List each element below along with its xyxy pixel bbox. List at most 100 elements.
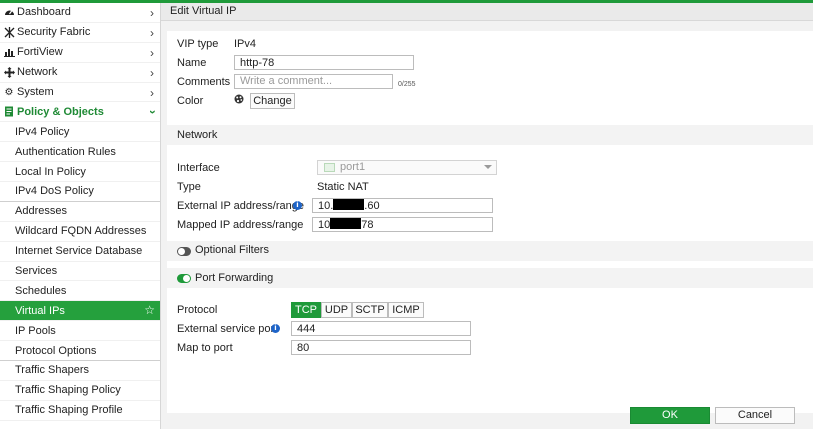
mapped-ip-label: Mapped IP address/range <box>177 219 304 231</box>
star-icon[interactable]: ☆ <box>144 303 155 317</box>
sidebar-item-wildcard-fqdn[interactable]: Wildcard FQDN Addresses <box>0 222 160 242</box>
sidebar-item-label: Traffic Shapers <box>15 364 89 377</box>
sidebar: Dashboard › Security Fabric › FortiView … <box>0 3 161 429</box>
sidebar-item-label: Dashboard <box>17 6 71 19</box>
interface-value: port1 <box>340 161 366 173</box>
sidebar-item-label: Authentication Rules <box>15 145 116 158</box>
mapped-ip-suffix: 78 <box>361 219 374 231</box>
info-icon[interactable]: i <box>271 324 280 333</box>
sidebar-item-system[interactable]: ⚙ System › <box>0 83 160 103</box>
sidebar-item-label: Wildcard FQDN Addresses <box>15 225 147 238</box>
external-port-input[interactable] <box>291 321 471 336</box>
comments-textarea[interactable]: Write a comment... <box>234 74 393 89</box>
sidebar-item-ipv4-dos-policy[interactable]: IPv4 DoS Policy <box>0 182 160 202</box>
sidebar-item-ip-pools[interactable]: IP Pools <box>0 321 160 342</box>
network-icon <box>3 66 15 78</box>
optional-filters-label: Optional Filters <box>195 244 269 256</box>
sidebar-item-label: Local In Policy <box>15 165 86 178</box>
sidebar-item-label: Virtual IPs <box>15 304 65 317</box>
sidebar-item-addresses[interactable]: Addresses <box>0 202 160 222</box>
vip-type-value: IPv4 <box>234 38 257 50</box>
policy-objects-icon <box>3 106 15 118</box>
fortiview-icon <box>3 46 15 58</box>
main-content: VIP type IPv4 Name Comments Write a comm… <box>161 21 813 429</box>
protocol-icmp-button[interactable]: ICMP <box>388 302 424 318</box>
change-color-button[interactable]: Change <box>250 93 295 109</box>
comments-label: Comments <box>177 76 231 88</box>
ok-button[interactable]: OK <box>630 407 710 424</box>
cancel-button[interactable]: Cancel <box>715 407 795 424</box>
sidebar-item-label: Internet Service Database <box>15 245 143 258</box>
interface-label: Interface <box>177 162 220 174</box>
external-port-label: External service port <box>177 323 278 335</box>
sidebar-item-traffic-shapers[interactable]: Traffic Shapers <box>0 361 160 381</box>
security-fabric-icon <box>3 26 15 38</box>
chevron-right-icon: › <box>150 45 154 60</box>
sidebar-item-label: Schedules <box>15 284 67 297</box>
page-title: Edit Virtual IP <box>161 3 813 21</box>
name-label: Name <box>177 57 207 69</box>
map-to-port-label: Map to port <box>177 342 233 354</box>
optional-filters-toggle[interactable] <box>177 247 191 256</box>
mapped-ip-input[interactable]: 10 78 <box>312 217 493 232</box>
sidebar-item-ipv4-policy[interactable]: IPv4 Policy <box>0 122 160 143</box>
info-icon[interactable]: i <box>293 201 302 210</box>
sidebar-item-network[interactable]: Network › <box>0 63 160 83</box>
redaction-box <box>333 199 365 210</box>
port-icon <box>324 163 335 172</box>
chevron-down-icon <box>484 165 492 169</box>
vip-type-label: VIP type <box>177 38 219 50</box>
chevron-down-icon: › <box>146 110 160 115</box>
sidebar-item-protocol-options[interactable]: Protocol Options <box>0 341 160 362</box>
protocol-tcp-button[interactable]: TCP <box>291 302 321 318</box>
external-ip-prefix: 10. <box>318 200 334 212</box>
sidebar-item-internet-service-db[interactable]: Internet Service Database <box>0 242 160 262</box>
sidebar-item-label: IP Pools <box>15 324 56 337</box>
type-value: Static NAT <box>317 181 369 193</box>
protocol-udp-button[interactable]: UDP <box>321 302 352 318</box>
mapped-ip-prefix: 10 <box>318 219 331 231</box>
sidebar-item-label: IPv4 DoS Policy <box>15 185 94 198</box>
redaction-box <box>330 218 362 229</box>
map-to-port-input[interactable] <box>291 340 471 355</box>
network-section-header: Network <box>167 125 813 145</box>
chevron-right-icon: › <box>150 25 154 40</box>
sidebar-section-label: Policy & Objects <box>17 105 104 118</box>
protocol-sctp-button[interactable]: SCTP <box>352 302 388 318</box>
external-ip-input[interactable]: 10. .60 <box>312 198 493 213</box>
type-label: Type <box>177 181 201 193</box>
sidebar-item-label: Traffic Shaping Profile <box>15 404 123 417</box>
sidebar-item-local-in-policy[interactable]: Local In Policy <box>0 162 160 183</box>
sidebar-item-traffic-shaping-profile[interactable]: Traffic Shaping Profile <box>0 401 160 421</box>
port-forwarding-toggle[interactable] <box>177 274 191 283</box>
protocol-label: Protocol <box>177 304 218 316</box>
chevron-right-icon: › <box>150 65 154 80</box>
external-ip-label: External IP address/range <box>177 200 304 212</box>
sidebar-section-policy-objects[interactable]: Policy & Objects › <box>0 102 160 123</box>
sidebar-item-traffic-shaping-policy[interactable]: Traffic Shaping Policy <box>0 381 160 401</box>
name-input[interactable] <box>234 55 414 70</box>
sidebar-item-security-fabric[interactable]: Security Fabric › <box>0 23 160 43</box>
comments-counter: 0/255 <box>398 81 416 88</box>
sidebar-item-label: IPv4 Policy <box>15 125 70 138</box>
sidebar-item-label: Traffic Shaping Policy <box>15 384 121 397</box>
sidebar-item-dashboard[interactable]: Dashboard › <box>0 3 160 23</box>
chevron-right-icon: › <box>150 6 154 20</box>
interface-select[interactable]: port1 <box>317 160 497 175</box>
edit-vip-form: VIP type IPv4 Name Comments Write a comm… <box>167 31 813 413</box>
sidebar-item-label: Addresses <box>15 205 67 218</box>
sidebar-item-label: Protocol Options <box>15 344 97 357</box>
gear-icon: ⚙ <box>4 86 14 98</box>
dashboard-icon <box>3 6 15 18</box>
sidebar-item-schedules[interactable]: Schedules <box>0 281 160 302</box>
sidebar-item-authentication-rules[interactable]: Authentication Rules <box>0 142 160 163</box>
sidebar-item-label: FortiView <box>17 46 63 59</box>
sidebar-item-fortiview[interactable]: FortiView › <box>0 43 160 63</box>
sidebar-item-label: System <box>17 86 54 98</box>
port-forwarding-label: Port Forwarding <box>195 272 274 284</box>
chevron-right-icon: › <box>150 85 154 100</box>
sidebar-item-services[interactable]: Services <box>0 262 160 282</box>
external-ip-suffix: .60 <box>364 200 380 212</box>
sidebar-item-label: Security Fabric <box>17 26 91 39</box>
sidebar-item-virtual-ips[interactable]: Virtual IPs ☆ <box>0 301 160 322</box>
